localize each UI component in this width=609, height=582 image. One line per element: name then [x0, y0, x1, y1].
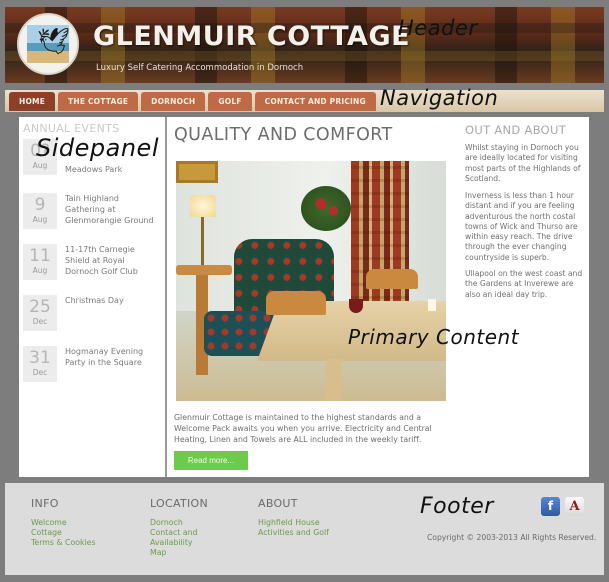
- event-month: Aug: [32, 161, 48, 170]
- photo-lamp: [190, 195, 216, 217]
- nav-tab-golf[interactable]: GOLF: [208, 92, 252, 111]
- event-text: Hogmanay Evening Party in the Square: [65, 347, 144, 367]
- footer-link-welcome[interactable]: Welcome: [31, 518, 96, 528]
- nav-tab-contact-and-pricing[interactable]: CONTACT AND PRICING: [254, 92, 376, 111]
- footer-link-activities-golf[interactable]: Activities and Golf: [258, 528, 329, 538]
- annotation-header: Header: [398, 16, 478, 40]
- photo-flowers: [301, 186, 351, 231]
- out-and-about-panel: OUT AND ABOUT Whilst staying in Dornoch …: [461, 117, 589, 477]
- event-month: Dec: [32, 317, 48, 326]
- footer-col-location: LOCATION Dornoch Contact and Availabilit…: [150, 497, 220, 558]
- event-month: Aug: [32, 215, 48, 224]
- cottage-photo: [176, 161, 446, 401]
- event-day: 9: [34, 195, 46, 215]
- primary-content: QUALITY AND COMFORT Glenmuir Cottage is …: [171, 117, 461, 477]
- footer-col-title: LOCATION: [150, 497, 208, 510]
- footer-link-map[interactable]: Map: [150, 548, 220, 558]
- annotation-primary-content: Primary Content: [348, 325, 520, 349]
- nav-tab-the-cottage[interactable]: THE COTTAGE: [58, 92, 139, 111]
- content-body: Glenmuir Cottage is maintained to the hi…: [174, 413, 432, 444]
- event-day: 25: [29, 297, 51, 317]
- photo-dining-chair: [266, 291, 326, 315]
- site-logo[interactable]: 🕊: [17, 13, 79, 75]
- event-text: Tain Highland Gathering at Glenmorangie …: [65, 194, 154, 225]
- main-navigation: HOME THE COTTAGE DORNOCH GOLF CONTACT AN…: [5, 90, 604, 112]
- read-more-button[interactable]: Read more...: [174, 451, 248, 470]
- event-month: Aug: [32, 266, 48, 275]
- photo-candle: [428, 299, 436, 311]
- footer-col-info: INFO Welcome Cottage Terms & Cookies: [31, 497, 96, 548]
- nav-tab-dornoch[interactable]: DORNOCH: [141, 92, 206, 111]
- site-footer: INFO Welcome Cottage Terms & Cookies LOC…: [5, 483, 604, 575]
- event-text: Meadows Park: [65, 165, 123, 174]
- aside-paragraph: Whilst staying in Dornoch you are ideall…: [465, 143, 581, 183]
- copyright-text: Copyright © 2003-2013 All Rights Reserve…: [427, 533, 597, 542]
- annotation-sidepanel: Sidepanel: [36, 134, 159, 162]
- nav-tabs: HOME THE COTTAGE DORNOCH GOLF CONTACT AN…: [9, 92, 376, 111]
- main-area: ANNUAL EVENTS 0? Aug Meadows Park 9 Aug …: [19, 117, 589, 477]
- event-month: Dec: [32, 368, 48, 377]
- aside-title: OUT AND ABOUT: [465, 123, 567, 137]
- sidepanel: ANNUAL EVENTS 0? Aug Meadows Park 9 Aug …: [19, 117, 167, 477]
- photo-picture-frame: [176, 161, 218, 183]
- footer-link-terms-cookies[interactable]: Terms & Cookies: [31, 538, 96, 548]
- footer-link-dornoch[interactable]: Dornoch: [150, 518, 220, 528]
- photo-dining-chair: [366, 269, 418, 289]
- event-day: 11: [29, 246, 51, 266]
- content-title: QUALITY AND COMFORT: [174, 125, 393, 145]
- site-title: GLENMUIR COTTAGE: [93, 21, 411, 52]
- footer-link-cottage[interactable]: Cottage: [31, 528, 96, 538]
- footer-col-title: INFO: [31, 497, 59, 510]
- nav-tab-home[interactable]: HOME: [9, 92, 56, 111]
- annotation-footer: Footer: [420, 494, 494, 519]
- photo-table-leg: [326, 359, 342, 401]
- footer-col-title: ABOUT: [258, 497, 298, 510]
- footer-link-contact-availability[interactable]: Contact and Availability: [150, 528, 220, 548]
- event-day: 31: [29, 348, 51, 368]
- event-date: 11 Aug: [23, 244, 57, 280]
- aside-paragraph: Ullapool on the west coast and the Garde…: [465, 269, 583, 299]
- event-date: 31 Dec: [23, 346, 57, 382]
- event-date: 25 Dec: [23, 295, 57, 331]
- facebook-icon[interactable]: f: [541, 497, 560, 516]
- photo-lamp-stem: [201, 217, 204, 267]
- event-text: Christmas Day: [65, 296, 124, 305]
- site-tagline: Luxury Self Catering Accommodation in Do…: [96, 63, 304, 73]
- photo-side-table: [176, 265, 232, 275]
- site-header: 🕊 GLENMUIR COTTAGE Luxury Self Catering …: [5, 7, 604, 83]
- aa-icon[interactable]: A: [565, 497, 584, 516]
- annotation-navigation: Navigation: [380, 86, 499, 110]
- photo-wine-glass: [349, 299, 363, 313]
- bird-icon: 🕊: [37, 27, 71, 57]
- aside-paragraph: Inverness is less than 1 hour distant an…: [465, 191, 578, 262]
- footer-col-about: ABOUT Highfield House Activities and Gol…: [258, 497, 329, 538]
- event-text: 11-17th Carnegie Shield at Royal Dornoch…: [65, 245, 138, 276]
- event-date: 9 Aug: [23, 193, 57, 229]
- footer-link-highfield-house[interactable]: Highfield House: [258, 518, 329, 528]
